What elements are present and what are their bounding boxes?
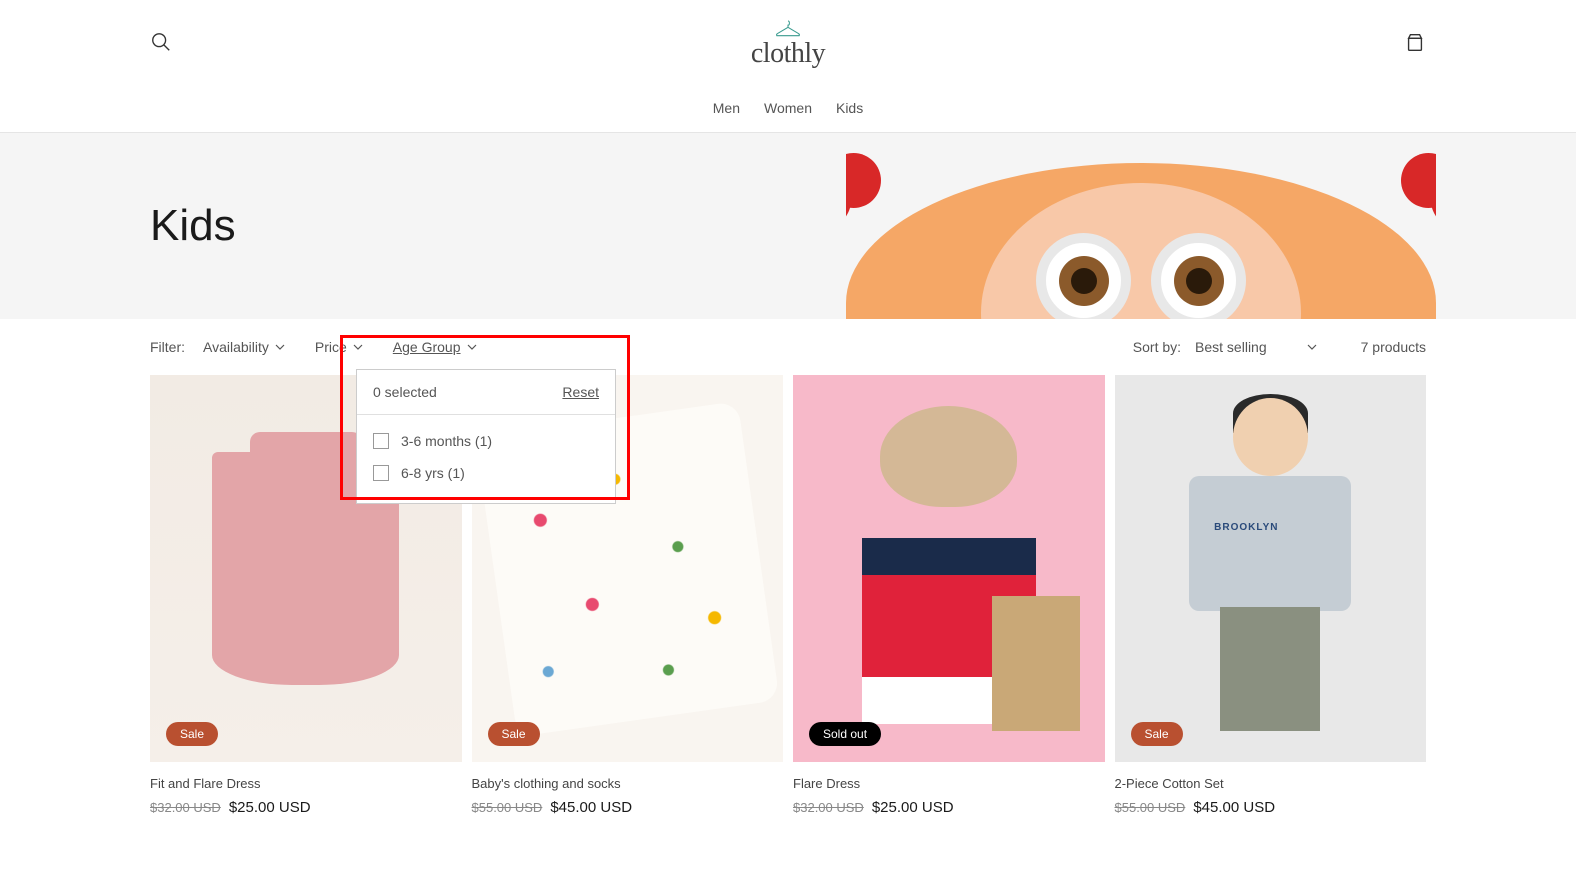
age-group-dropdown: 0 selected Reset 3-6 months (1) 6-8 yrs … bbox=[356, 369, 616, 504]
product-price: $32.00 USD$25.00 USD bbox=[150, 799, 462, 816]
sale-badge: Sale bbox=[488, 722, 540, 746]
product-count: 7 products bbox=[1361, 339, 1426, 355]
sort-label: Sort by: bbox=[1133, 339, 1181, 355]
sort-select[interactable]: Best selling bbox=[1195, 339, 1317, 355]
page-title: Kids bbox=[150, 201, 236, 251]
chevron-down-icon bbox=[353, 342, 363, 352]
product-price: $32.00 USD$25.00 USD bbox=[793, 799, 1105, 816]
product-image: BROOKLYN Sale bbox=[1115, 375, 1427, 762]
product-title: Flare Dress bbox=[793, 776, 1105, 791]
selected-count: 0 selected bbox=[373, 384, 437, 400]
product-title: Fit and Flare Dress bbox=[150, 776, 462, 791]
filter-availability[interactable]: Availability bbox=[203, 339, 285, 355]
checkbox[interactable] bbox=[373, 465, 389, 481]
product-price: $55.00 USD$45.00 USD bbox=[1115, 799, 1427, 816]
product-title: Baby's clothing and socks bbox=[472, 776, 784, 791]
brand-name: clothly bbox=[751, 38, 825, 70]
cart-icon[interactable] bbox=[1404, 31, 1426, 58]
nav-kids[interactable]: Kids bbox=[836, 100, 863, 116]
site-header: clothly Men Women Kids bbox=[0, 0, 1576, 133]
filter-age-group[interactable]: Age Group bbox=[393, 339, 477, 355]
filter-option[interactable]: 6-8 yrs (1) bbox=[373, 457, 599, 489]
nav-men[interactable]: Men bbox=[713, 100, 740, 116]
main-nav: Men Women Kids bbox=[0, 88, 1576, 132]
hero-illustration bbox=[846, 133, 1436, 319]
chevron-down-icon bbox=[1307, 342, 1317, 352]
product-title: 2-Piece Cotton Set bbox=[1115, 776, 1427, 791]
product-card[interactable]: BROOKLYN Sale 2-Piece Cotton Set $55.00 … bbox=[1115, 375, 1427, 816]
product-grid: Sale Fit and Flare Dress $32.00 USD$25.0… bbox=[0, 375, 1576, 856]
sale-badge: Sale bbox=[166, 722, 218, 746]
search-icon[interactable] bbox=[150, 31, 172, 58]
filter-sort-bar: Filter: Availability Price Age Group 0 s… bbox=[0, 319, 1576, 375]
sale-badge: Sale bbox=[1131, 722, 1183, 746]
brand-logo[interactable]: clothly bbox=[751, 18, 825, 70]
chevron-down-icon bbox=[275, 342, 285, 352]
filter-option[interactable]: 3-6 months (1) bbox=[373, 425, 599, 457]
reset-button[interactable]: Reset bbox=[562, 384, 599, 400]
product-image: Sold out bbox=[793, 375, 1105, 762]
product-price: $55.00 USD$45.00 USD bbox=[472, 799, 784, 816]
nav-women[interactable]: Women bbox=[764, 100, 812, 116]
soldout-badge: Sold out bbox=[809, 722, 881, 746]
collection-hero: Kids bbox=[0, 133, 1576, 319]
product-card[interactable]: Sold out Flare Dress $32.00 USD$25.00 US… bbox=[793, 375, 1105, 816]
filter-label: Filter: bbox=[150, 339, 185, 355]
checkbox[interactable] bbox=[373, 433, 389, 449]
filter-price[interactable]: Price bbox=[315, 339, 363, 355]
chevron-down-icon bbox=[467, 342, 477, 352]
